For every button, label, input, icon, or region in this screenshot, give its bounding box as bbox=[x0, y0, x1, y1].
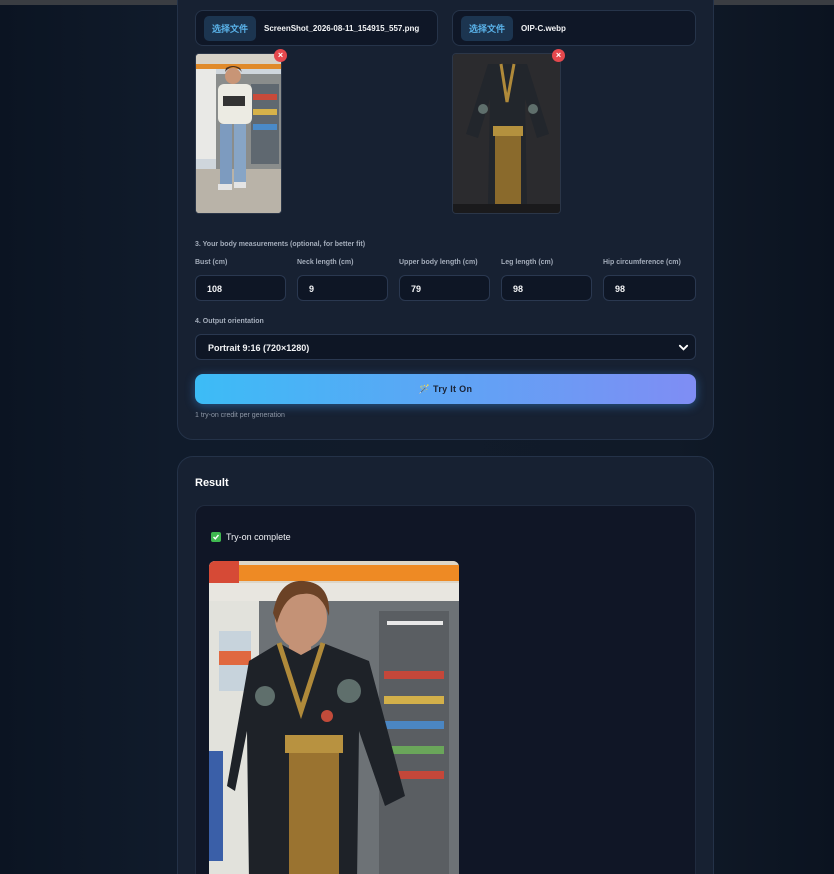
result-status: Try-on complete bbox=[211, 532, 291, 542]
measurements-heading: 3. Your body measurements (optional, for… bbox=[195, 241, 366, 248]
garment-choose-file-button[interactable]: 选择文件 bbox=[461, 15, 514, 41]
person-file-picker[interactable]: 选择文件 ScreenShot_2026-08-11_154915_557.pn… bbox=[195, 10, 438, 46]
person-image-delete-button[interactable]: × bbox=[274, 49, 287, 62]
person-preview-image bbox=[195, 53, 282, 214]
garment-file-name: OIP-C.webp bbox=[521, 23, 566, 33]
try-it-on-button[interactable]: 🪄 Try It On bbox=[195, 374, 696, 404]
garment-image-delete-button[interactable]: × bbox=[552, 49, 565, 62]
leg-length-label: Leg length (cm) bbox=[501, 259, 554, 266]
person-file-name: ScreenShot_2026-08-11_154915_557.png bbox=[264, 23, 420, 33]
hip-circumference-label: Hip circumference (cm) bbox=[603, 259, 681, 266]
result-status-text: Try-on complete bbox=[226, 532, 291, 542]
orientation-select[interactable]: Portrait 9:16 (720×1280) bbox=[195, 334, 696, 360]
garment-file-picker[interactable]: 选择文件 OIP-C.webp bbox=[452, 10, 696, 46]
person-choose-file-button[interactable]: 选择文件 bbox=[204, 15, 257, 41]
neck-length-label: Neck length (cm) bbox=[297, 259, 354, 266]
garment-preview-image bbox=[452, 53, 561, 214]
credit-note: 1 try-on credit per generation bbox=[195, 412, 285, 419]
upper-body-length-input[interactable]: 79 bbox=[399, 275, 490, 301]
bust-label: Bust (cm) bbox=[195, 259, 228, 266]
orientation-selected-value: Portrait 9:16 (720×1280) bbox=[208, 343, 310, 353]
hip-circumference-input[interactable]: 98 bbox=[603, 275, 696, 301]
leg-length-input[interactable]: 98 bbox=[501, 275, 592, 301]
check-icon bbox=[211, 532, 221, 542]
try-it-on-label: 🪄 Try It On bbox=[418, 383, 473, 394]
chevron-down-icon bbox=[678, 342, 689, 355]
orientation-heading: 4. Output orientation bbox=[195, 318, 264, 325]
upper-body-length-label: Upper body length (cm) bbox=[399, 259, 478, 266]
neck-length-input[interactable]: 9 bbox=[297, 275, 388, 301]
result-title: Result bbox=[195, 477, 229, 489]
bust-input[interactable]: 108 bbox=[195, 275, 286, 301]
try-on-result-image bbox=[209, 561, 459, 874]
